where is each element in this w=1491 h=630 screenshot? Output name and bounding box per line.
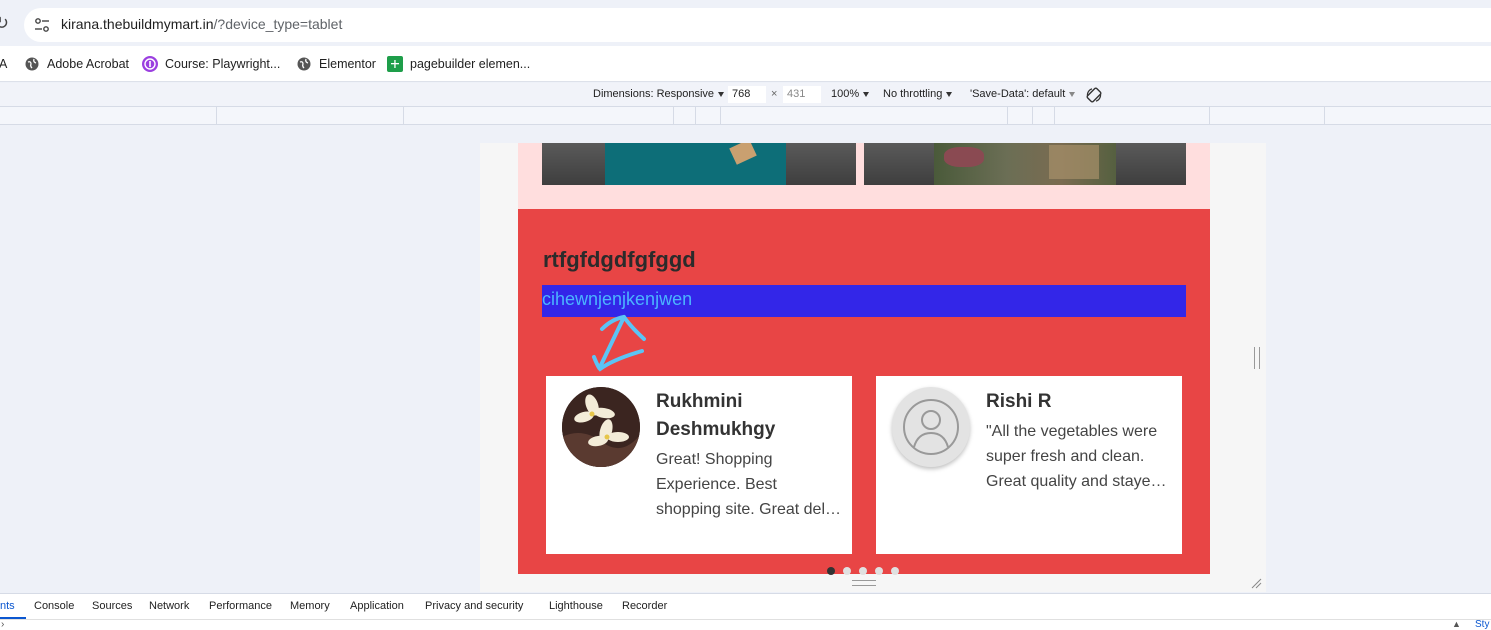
bookmark-pagebuilder[interactable]: pagebuilder elemen... bbox=[387, 54, 530, 74]
category-strip bbox=[518, 143, 1210, 209]
tab-application[interactable]: Application bbox=[350, 600, 404, 612]
resize-corner-icon[interactable] bbox=[1250, 577, 1262, 589]
caret-down-icon bbox=[1069, 91, 1076, 97]
avatar bbox=[562, 387, 640, 467]
media-query-ruler[interactable] bbox=[0, 107, 1491, 125]
bookmark-course-playwright[interactable]: Course: Playwright... bbox=[142, 54, 280, 74]
height-input[interactable]: 431 bbox=[783, 86, 821, 103]
save-data-select[interactable]: 'Save-Data': default bbox=[970, 88, 1076, 100]
rotate-icon[interactable] bbox=[1086, 87, 1102, 103]
zoom-select[interactable]: 100% bbox=[831, 88, 870, 100]
tab-privacy-security[interactable]: Privacy and security bbox=[425, 600, 523, 612]
review-text: Great! Shopping Experience. Best shoppin… bbox=[656, 451, 841, 518]
caret-down-icon bbox=[863, 91, 870, 97]
triangle-up-icon: ▲ bbox=[1452, 619, 1461, 629]
address-bar-row: ↻ kirana.thebuildmymart.in/?device_type=… bbox=[0, 0, 1491, 46]
course-icon bbox=[142, 56, 158, 72]
url-text[interactable]: kirana.thebuildmymart.in/?device_type=ta… bbox=[61, 16, 342, 32]
avatar bbox=[892, 387, 970, 467]
reload-icon[interactable]: ↻ bbox=[0, 13, 9, 34]
carousel-dot[interactable] bbox=[843, 567, 851, 575]
testimonial-card: Rukhmini Deshmukhgy Great! Shopping Expe… bbox=[546, 376, 852, 554]
carousel-dot[interactable] bbox=[875, 567, 883, 575]
omnibox[interactable]: kirana.thebuildmymart.in/?device_type=ta… bbox=[24, 8, 1491, 42]
user-placeholder-icon bbox=[903, 399, 959, 455]
tab-performance[interactable]: Performance bbox=[209, 600, 272, 612]
console-strip: › ▲ Sty bbox=[0, 619, 1491, 630]
bookmarks-bar: A Adobe Acrobat Course: Playwright... El… bbox=[0, 46, 1491, 82]
globe-icon bbox=[24, 56, 40, 72]
tab-console[interactable]: Console bbox=[34, 600, 74, 612]
sheets-icon bbox=[387, 56, 403, 72]
dimensions-select[interactable]: Dimensions: Responsive bbox=[593, 88, 725, 100]
tab-lighthouse[interactable]: Lighthouse bbox=[549, 600, 603, 612]
resize-handle-right[interactable] bbox=[1254, 347, 1260, 369]
tab-memory[interactable]: Memory bbox=[290, 600, 330, 612]
category-image[interactable] bbox=[542, 143, 856, 185]
carousel-dot[interactable] bbox=[859, 567, 867, 575]
site-settings-icon[interactable] bbox=[34, 17, 50, 33]
reviewer-name: Rishi R bbox=[986, 391, 1052, 412]
emulated-viewport: rtfgfdgdfgfggd cihewnjenjkenjwen Rukhmin… bbox=[480, 143, 1266, 592]
section-title: rtfgfdgdfgfggd bbox=[543, 247, 696, 272]
styles-tab-partial[interactable]: Sty bbox=[1475, 619, 1489, 630]
bookmark-truncated[interactable]: A bbox=[0, 54, 7, 74]
testimonial-card: Rishi R "All the vegetables were super f… bbox=[876, 376, 1182, 554]
times-sign: × bbox=[771, 88, 778, 100]
bookmark-adobe-acrobat[interactable]: Adobe Acrobat bbox=[24, 54, 129, 74]
width-input[interactable]: 768 bbox=[728, 86, 766, 103]
throttling-select[interactable]: No throttling bbox=[883, 88, 953, 100]
tab-elements[interactable]: nts bbox=[0, 600, 15, 612]
caret-down-icon bbox=[946, 91, 953, 97]
carousel-dots bbox=[827, 567, 899, 575]
highlight-text: cihewnjenjkenjwen bbox=[542, 289, 693, 309]
bookmark-elementor[interactable]: Elementor bbox=[296, 54, 376, 74]
carousel-dot[interactable] bbox=[827, 567, 835, 575]
tab-network[interactable]: Network bbox=[149, 600, 189, 612]
prompt-chevron-icon: › bbox=[1, 619, 5, 630]
flower-photo-icon bbox=[562, 387, 640, 467]
reviewer-name: Rukhmini Deshmukhgy bbox=[656, 391, 776, 440]
globe-icon bbox=[296, 56, 312, 72]
tab-sources[interactable]: Sources bbox=[92, 600, 132, 612]
carousel-dot[interactable] bbox=[891, 567, 899, 575]
tab-recorder[interactable]: Recorder bbox=[622, 600, 667, 612]
category-image[interactable] bbox=[864, 143, 1186, 185]
review-text: "All the vegetables were super fresh and… bbox=[986, 423, 1171, 490]
device-toolbar: Dimensions: Responsive 768 × 431 100% No… bbox=[0, 83, 1491, 107]
caret-down-icon bbox=[718, 91, 725, 97]
double-arrow-annotation bbox=[592, 314, 646, 372]
resize-handle-bottom[interactable] bbox=[852, 580, 876, 586]
testimonials-section: rtfgfdgdfgfggd cihewnjenjkenjwen Rukhmin… bbox=[518, 209, 1210, 574]
devtools-tab-bar: nts Console Sources Network Performance … bbox=[0, 593, 1491, 619]
